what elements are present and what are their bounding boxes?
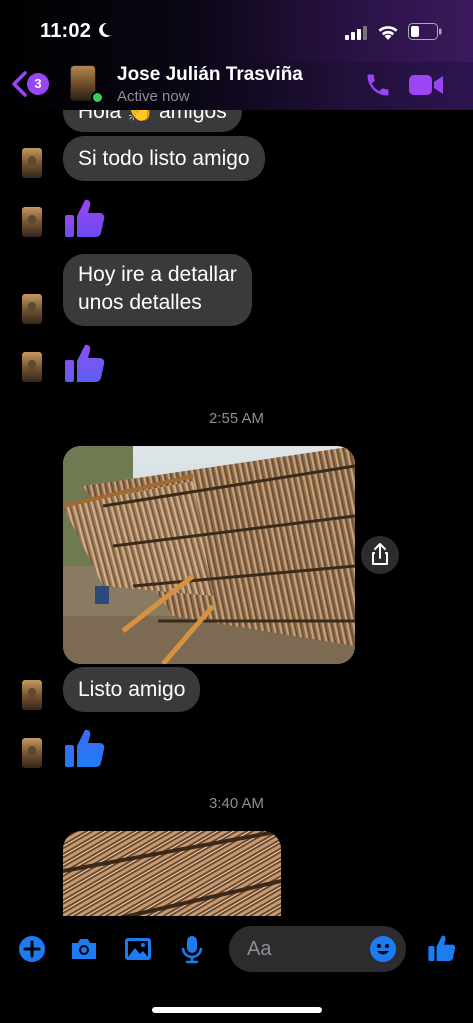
sender-avatar[interactable] <box>22 680 42 710</box>
contact-name[interactable]: Jose Julián Trasviña <box>117 64 303 86</box>
online-status-dot <box>91 91 104 104</box>
image-icon[interactable] <box>123 934 153 964</box>
message-text: Hola 👏 amigos <box>78 110 227 123</box>
message-composer <box>0 916 473 986</box>
photo-attachment[interactable] <box>63 831 281 916</box>
thumbs-up-icon[interactable] <box>427 932 457 964</box>
photo-shade-structure <box>63 446 355 664</box>
share-icon <box>372 543 388 565</box>
share-button[interactable] <box>361 536 399 574</box>
message-text: Listo amigo <box>78 678 186 701</box>
message-bubble-partial[interactable]: Hola 👏 amigos <box>63 110 242 132</box>
home-indicator[interactable] <box>152 1007 322 1013</box>
microphone-icon[interactable] <box>177 934 207 964</box>
thumbs-up-icon[interactable] <box>63 196 107 240</box>
message-input[interactable] <box>247 934 367 964</box>
camera-icon[interactable] <box>69 934 99 964</box>
emoji-icon[interactable] <box>369 935 397 963</box>
thumbs-up-icon[interactable] <box>63 726 107 770</box>
status-bar: 11:02 <box>0 0 473 62</box>
message-timestamp: 2:55 AM <box>208 410 265 427</box>
unread-count-badge[interactable]: 3 <box>27 73 49 95</box>
conversation-header: 3 Jose Julián Trasviña Active now <box>0 62 473 110</box>
message-input-container[interactable] <box>229 926 406 972</box>
status-time: 11:02 <box>40 20 92 42</box>
moon-icon <box>99 22 111 37</box>
message-timestamp: 3:40 AM <box>208 795 265 812</box>
sender-avatar[interactable] <box>22 207 42 237</box>
message-bubble[interactable]: Listo amigo <box>63 667 201 712</box>
sender-avatar[interactable] <box>22 352 42 382</box>
sender-avatar[interactable] <box>22 294 42 324</box>
photo-attachment[interactable] <box>63 446 355 664</box>
message-bubble[interactable]: Hoy ire a detallar unos detalles <box>63 254 252 326</box>
sender-avatar[interactable] <box>22 148 42 178</box>
back-chevron-icon[interactable] <box>10 70 28 98</box>
message-text-line: Hoy ire a detallar <box>78 263 237 286</box>
thumbs-up-icon[interactable] <box>63 341 107 385</box>
message-text: Si todo listo amigo <box>78 147 250 170</box>
sender-avatar[interactable] <box>22 738 42 768</box>
message-text-line: unos detalles <box>78 291 202 314</box>
message-list[interactable]: Hola 👏 amigos Si todo listo amigo Hoy ir… <box>0 110 473 916</box>
phone-icon[interactable] <box>364 71 392 99</box>
battery-icon <box>408 23 442 40</box>
contact-status: Active now <box>117 88 190 105</box>
video-icon[interactable] <box>408 72 444 98</box>
plus-icon[interactable] <box>17 934 47 964</box>
signal-icon <box>345 26 367 40</box>
photo-reed-roof <box>63 831 281 916</box>
wifi-icon <box>378 26 398 40</box>
message-bubble[interactable]: Si todo listo amigo <box>63 136 265 181</box>
